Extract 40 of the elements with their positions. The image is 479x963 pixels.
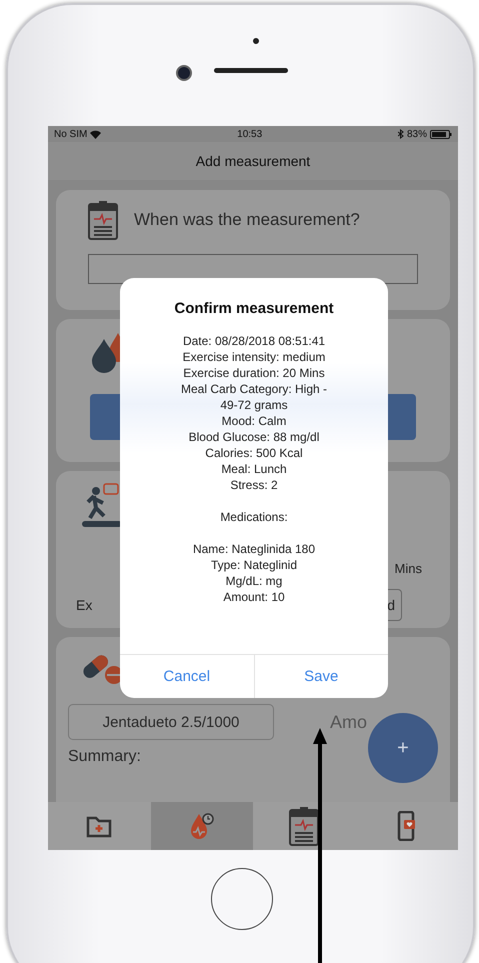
amount-field[interactable]: Amo — [330, 712, 368, 732]
wifi-icon — [90, 130, 102, 138]
bluetooth-icon — [398, 129, 404, 139]
detail-line: Name: Nateglinida 180 — [192, 541, 316, 557]
question-text: When was the measurement? — [134, 210, 360, 230]
carrier-text: No SIM — [54, 128, 88, 140]
battery-percent: 83% — [406, 128, 427, 140]
summary-label: Summary: — [68, 748, 142, 766]
duration-unit: Mins — [394, 561, 422, 576]
home-button[interactable] — [211, 868, 273, 930]
detail-line: Blood Glucose: 88 mg/dl — [188, 429, 320, 445]
medical-folder-icon — [86, 814, 112, 838]
blood-drop-clock-icon — [188, 811, 215, 841]
dialog-title: Confirm measurement — [173, 300, 335, 317]
treadmill-runner-icon — [82, 483, 122, 529]
speaker-icon — [214, 68, 288, 73]
detail-line: Stress: 2 — [230, 477, 278, 493]
sensor-icon — [253, 38, 259, 44]
nav-title: Add measurement — [196, 153, 310, 169]
detail-line: Exercise duration: 20 Mins — [183, 365, 325, 381]
detail-line: Mg/dL: mg — [226, 573, 282, 589]
save-button[interactable]: Save — [254, 655, 388, 698]
detail-line: Type: Nateglinid — [210, 557, 298, 573]
clipboard-icon — [88, 200, 118, 240]
medication-field[interactable]: Jentadueto 2.5/1000 — [68, 704, 274, 740]
clipboard-icon — [289, 806, 320, 846]
detail-line: Mood: Calm — [222, 413, 286, 429]
detail-line: Amount: 10 — [223, 589, 285, 605]
detail-line: Calories: 500 Kcal — [205, 445, 303, 461]
detail-line: Date: 08/28/2018 08:51:41 — [182, 333, 326, 349]
medications-heading: Medications: — [220, 509, 288, 525]
phone-heart-icon — [396, 811, 417, 841]
detail-line: Meal Carb Category: High - 49-72 grams — [180, 381, 328, 413]
detail-line: Meal: Lunch — [221, 461, 287, 477]
camera-icon — [176, 65, 192, 81]
detail-line: Exercise intensity: medium — [182, 349, 326, 365]
intensity-label: Ex — [76, 597, 92, 613]
cancel-button[interactable]: Cancel — [120, 655, 254, 698]
battery-icon — [430, 130, 452, 138]
status-time: 10:53 — [237, 128, 262, 140]
